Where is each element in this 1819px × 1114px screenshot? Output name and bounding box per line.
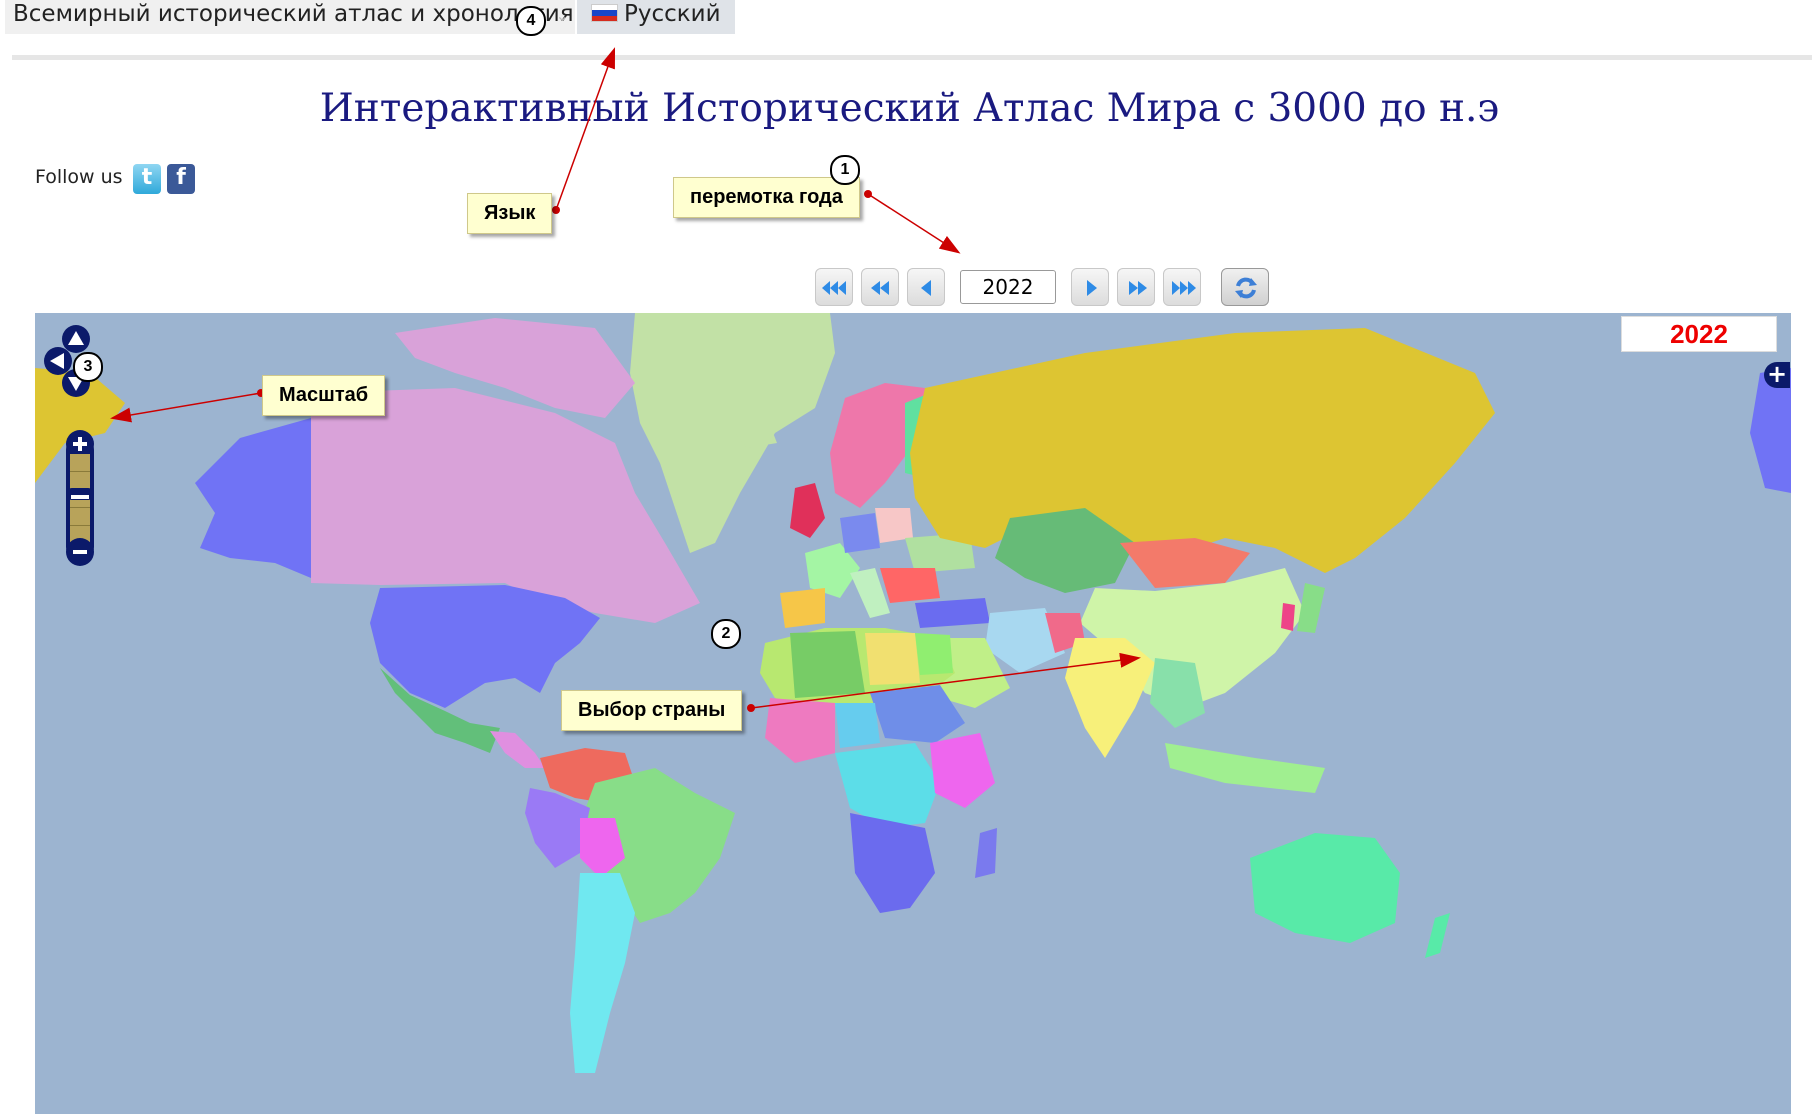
callout-language: Язык <box>467 193 553 234</box>
year-controls <box>815 268 1275 308</box>
uk <box>790 483 825 538</box>
rewind-button[interactable] <box>861 268 899 306</box>
left-arrow-icon <box>921 280 931 296</box>
callout-year-rewind: перемотка года <box>673 177 860 218</box>
balkans <box>880 568 940 603</box>
callout-country-select: Выбор страны <box>561 690 743 731</box>
forward-fast-button[interactable] <box>1163 268 1201 306</box>
minus-icon <box>73 550 87 554</box>
mongolia <box>1120 538 1250 588</box>
nigeria <box>835 703 880 748</box>
right-arrow-icon <box>1087 280 1097 296</box>
top-bar: Всемирный исторический атлас и хронологи… <box>5 0 735 34</box>
plus-icon: + <box>1766 360 1788 388</box>
expand-panel-button[interactable]: + <box>1764 362 1790 388</box>
korea <box>1281 603 1295 631</box>
turkey <box>915 598 990 628</box>
language-label: Русский <box>624 1 721 27</box>
site-menu-label: Всемирный исторический атлас и хронологи… <box>13 1 574 27</box>
argentina <box>570 873 635 1073</box>
libya <box>865 633 920 685</box>
arrow-dot <box>864 190 872 198</box>
triple-left-arrow-icon <box>822 281 846 295</box>
germany <box>840 513 880 553</box>
step-forward-button[interactable] <box>1071 268 1109 306</box>
east-africa <box>930 733 995 808</box>
twitter-icon[interactable]: t <box>133 164 161 194</box>
algeria <box>790 631 865 698</box>
map-countries <box>35 313 1791 1073</box>
zoom-slider-handle[interactable] <box>66 488 94 500</box>
arrow-year-rewind <box>867 193 961 254</box>
russia <box>910 328 1495 573</box>
madagascar <box>975 828 997 878</box>
southern-africa <box>850 813 935 913</box>
callout-scale: Масштаб <box>262 375 386 416</box>
follow-us: Follow us t f <box>35 164 195 194</box>
refresh-icon <box>1235 277 1257 299</box>
badge-2: 2 <box>711 619 741 649</box>
russian-flag-icon <box>591 4 618 22</box>
australia <box>1250 833 1400 943</box>
badge-3: 3 <box>73 352 103 382</box>
japan <box>1297 583 1325 633</box>
minus-icon <box>71 495 89 499</box>
badge-1: 1 <box>830 155 860 185</box>
facebook-icon[interactable]: f <box>167 164 195 194</box>
header-divider <box>12 55 1812 60</box>
rewind-fast-button[interactable] <box>815 268 853 306</box>
page-title: Интерактивный Исторический Атлас Мира с … <box>319 86 1500 131</box>
indonesia <box>1165 743 1325 793</box>
year-input[interactable] <box>960 270 1056 304</box>
zoom-bar <box>66 430 94 566</box>
arrow-dot <box>552 206 560 214</box>
refresh-button[interactable] <box>1221 268 1269 306</box>
double-left-arrow-icon <box>871 281 889 295</box>
zoom-out-button[interactable] <box>66 538 94 566</box>
central-america <box>490 731 545 768</box>
forward-button[interactable] <box>1117 268 1155 306</box>
poland <box>875 508 913 543</box>
site-menu-dropdown[interactable]: Всемирный исторический атлас и хронологи… <box>5 0 575 34</box>
triple-right-arrow-icon <box>1172 281 1196 295</box>
follow-us-label: Follow us <box>35 166 123 188</box>
step-back-button[interactable] <box>907 268 945 306</box>
west-africa <box>765 698 835 763</box>
map-year-display: 2022 <box>1621 316 1777 352</box>
language-selector[interactable]: Русский <box>577 0 735 34</box>
alaska <box>195 418 311 578</box>
spain <box>780 588 825 628</box>
chevron-down-icon: ⌄ <box>555 6 569 25</box>
badge-4: 4 <box>516 6 546 36</box>
world-map[interactable]: 2022 + <box>35 313 1791 1114</box>
new-zealand <box>1425 913 1450 958</box>
egypt <box>915 633 953 675</box>
india <box>1065 638 1155 758</box>
double-right-arrow-icon <box>1129 281 1147 295</box>
